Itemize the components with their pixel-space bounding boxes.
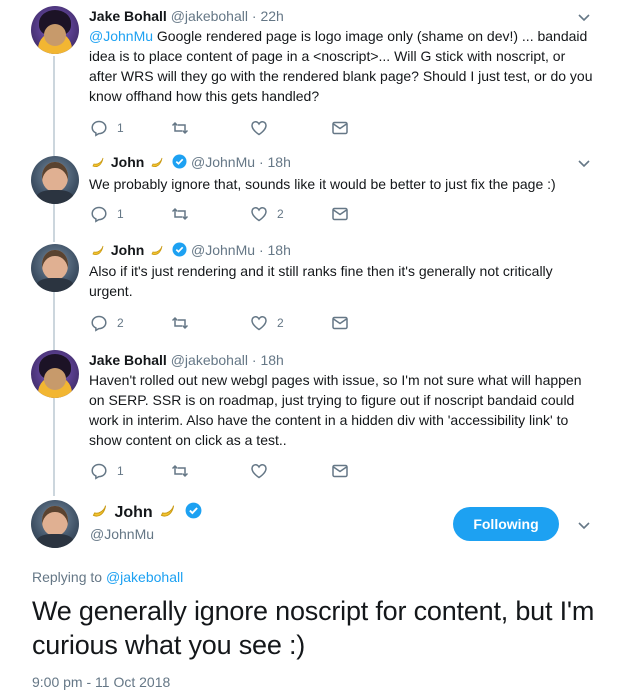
dm-icon — [332, 316, 348, 330]
reply-count: 2 — [117, 316, 124, 330]
separator: · — [251, 352, 257, 368]
tweet-time[interactable]: 18h — [260, 352, 283, 368]
like-icon — [251, 464, 267, 479]
dm-button[interactable] — [331, 313, 349, 333]
like-button[interactable]: 2 — [250, 204, 284, 224]
tweet-header: John @JohnMu · 18h — [89, 240, 291, 260]
thread-line — [53, 56, 55, 156]
mention-link[interactable]: @JohnMu — [89, 28, 153, 44]
verified-icon — [172, 154, 187, 169]
author-name[interactable]: John — [111, 154, 144, 170]
thread-line — [53, 398, 55, 496]
author-handle[interactable]: @JohnMu — [191, 242, 255, 258]
dm-icon — [332, 464, 348, 478]
dm-icon — [332, 121, 348, 135]
main-tweet-timestamp[interactable]: 9:00 pm - 11 Oct 2018 — [32, 674, 170, 690]
tweet-text: We probably ignore that, sounds like it … — [89, 176, 556, 192]
dm-button[interactable] — [331, 204, 349, 224]
retweet-button[interactable] — [171, 461, 189, 481]
main-author-name-text: John — [114, 504, 153, 521]
banana-icon — [92, 245, 104, 255]
reply-count: 1 — [117, 121, 124, 135]
like-icon — [251, 316, 267, 331]
banana-icon — [151, 157, 163, 167]
separator: · — [251, 8, 257, 24]
tweet-header: Jake Bohall @jakebohall · 22h — [89, 6, 284, 26]
separator: · — [258, 242, 264, 258]
avatar[interactable] — [31, 350, 79, 398]
tweet-time[interactable]: 18h — [268, 154, 291, 170]
thread-line — [53, 290, 55, 350]
reply-icon — [91, 463, 107, 480]
avatar[interactable] — [31, 500, 79, 548]
like-icon — [251, 121, 267, 136]
replying-prefix: Replying to — [32, 569, 106, 585]
banana-icon — [92, 505, 107, 517]
retweet-icon — [171, 464, 189, 478]
like-count: 2 — [277, 316, 284, 330]
banana-icon — [160, 505, 175, 517]
tweet-text-body: Google rendered page is logo image only … — [89, 28, 593, 104]
reply-count: 1 — [117, 207, 124, 221]
tweet-time[interactable]: 18h — [268, 242, 291, 258]
tweet-header: John @JohnMu · 18h — [89, 152, 291, 172]
reply-count: 1 — [117, 464, 124, 478]
author-handle[interactable]: @JohnMu — [191, 154, 255, 170]
replying-handle-link[interactable]: @jakebohall — [106, 569, 183, 585]
retweet-icon — [171, 316, 189, 330]
reply-button[interactable]: 1 — [90, 118, 124, 138]
main-tweet-text: We generally ignore noscript for content… — [32, 596, 595, 660]
avatar[interactable] — [31, 6, 79, 54]
chevron-down-icon[interactable] — [577, 156, 591, 170]
replying-to: Replying to @jakebohall — [32, 569, 183, 585]
tweet-text: @JohnMu Google rendered page is logo ima… — [89, 26, 594, 106]
banana-icon — [151, 245, 163, 255]
retweet-icon — [171, 207, 189, 221]
retweet-icon — [171, 121, 189, 135]
reply-button[interactable]: 1 — [90, 204, 124, 224]
avatar[interactable] — [31, 244, 79, 292]
retweet-button[interactable] — [171, 118, 189, 138]
retweet-button[interactable] — [171, 204, 189, 224]
like-count: 2 — [277, 207, 284, 221]
author-name[interactable]: John — [111, 242, 144, 258]
like-icon — [251, 207, 267, 222]
reply-icon — [91, 206, 107, 223]
retweet-button[interactable] — [171, 313, 189, 333]
separator: · — [258, 154, 264, 170]
following-button[interactable]: Following — [453, 507, 559, 541]
verified-icon — [185, 502, 202, 519]
reply-icon — [91, 315, 107, 332]
tweet-text: Haven't rolled out new webgl pages with … — [89, 372, 582, 448]
author-handle[interactable]: @jakebohall — [171, 352, 248, 368]
tweet-text: Also if it's just rendering and it still… — [89, 263, 553, 299]
author-name[interactable]: Jake Bohall — [89, 8, 167, 24]
verified-icon — [172, 242, 187, 257]
avatar[interactable] — [31, 156, 79, 204]
dm-button[interactable] — [331, 118, 349, 138]
dm-icon — [332, 207, 348, 221]
chevron-down-icon[interactable] — [577, 518, 591, 532]
reply-icon — [91, 120, 107, 137]
reply-button[interactable]: 1 — [90, 461, 124, 481]
chevron-down-icon[interactable] — [577, 10, 591, 24]
thread-line — [53, 200, 55, 242]
dm-button[interactable] — [331, 461, 349, 481]
tweet-header: Jake Bohall @jakebohall · 18h — [89, 350, 284, 370]
banana-icon — [92, 157, 104, 167]
main-author-handle[interactable]: @JohnMu — [90, 526, 154, 542]
author-name[interactable]: Jake Bohall — [89, 352, 167, 368]
tweet-time[interactable]: 22h — [260, 8, 283, 24]
like-button[interactable] — [250, 461, 277, 481]
main-author-name[interactable]: John — [89, 502, 202, 522]
author-handle[interactable]: @jakebohall — [171, 8, 248, 24]
like-button[interactable]: 2 — [250, 313, 284, 333]
like-button[interactable] — [250, 118, 277, 138]
reply-button[interactable]: 2 — [90, 313, 124, 333]
